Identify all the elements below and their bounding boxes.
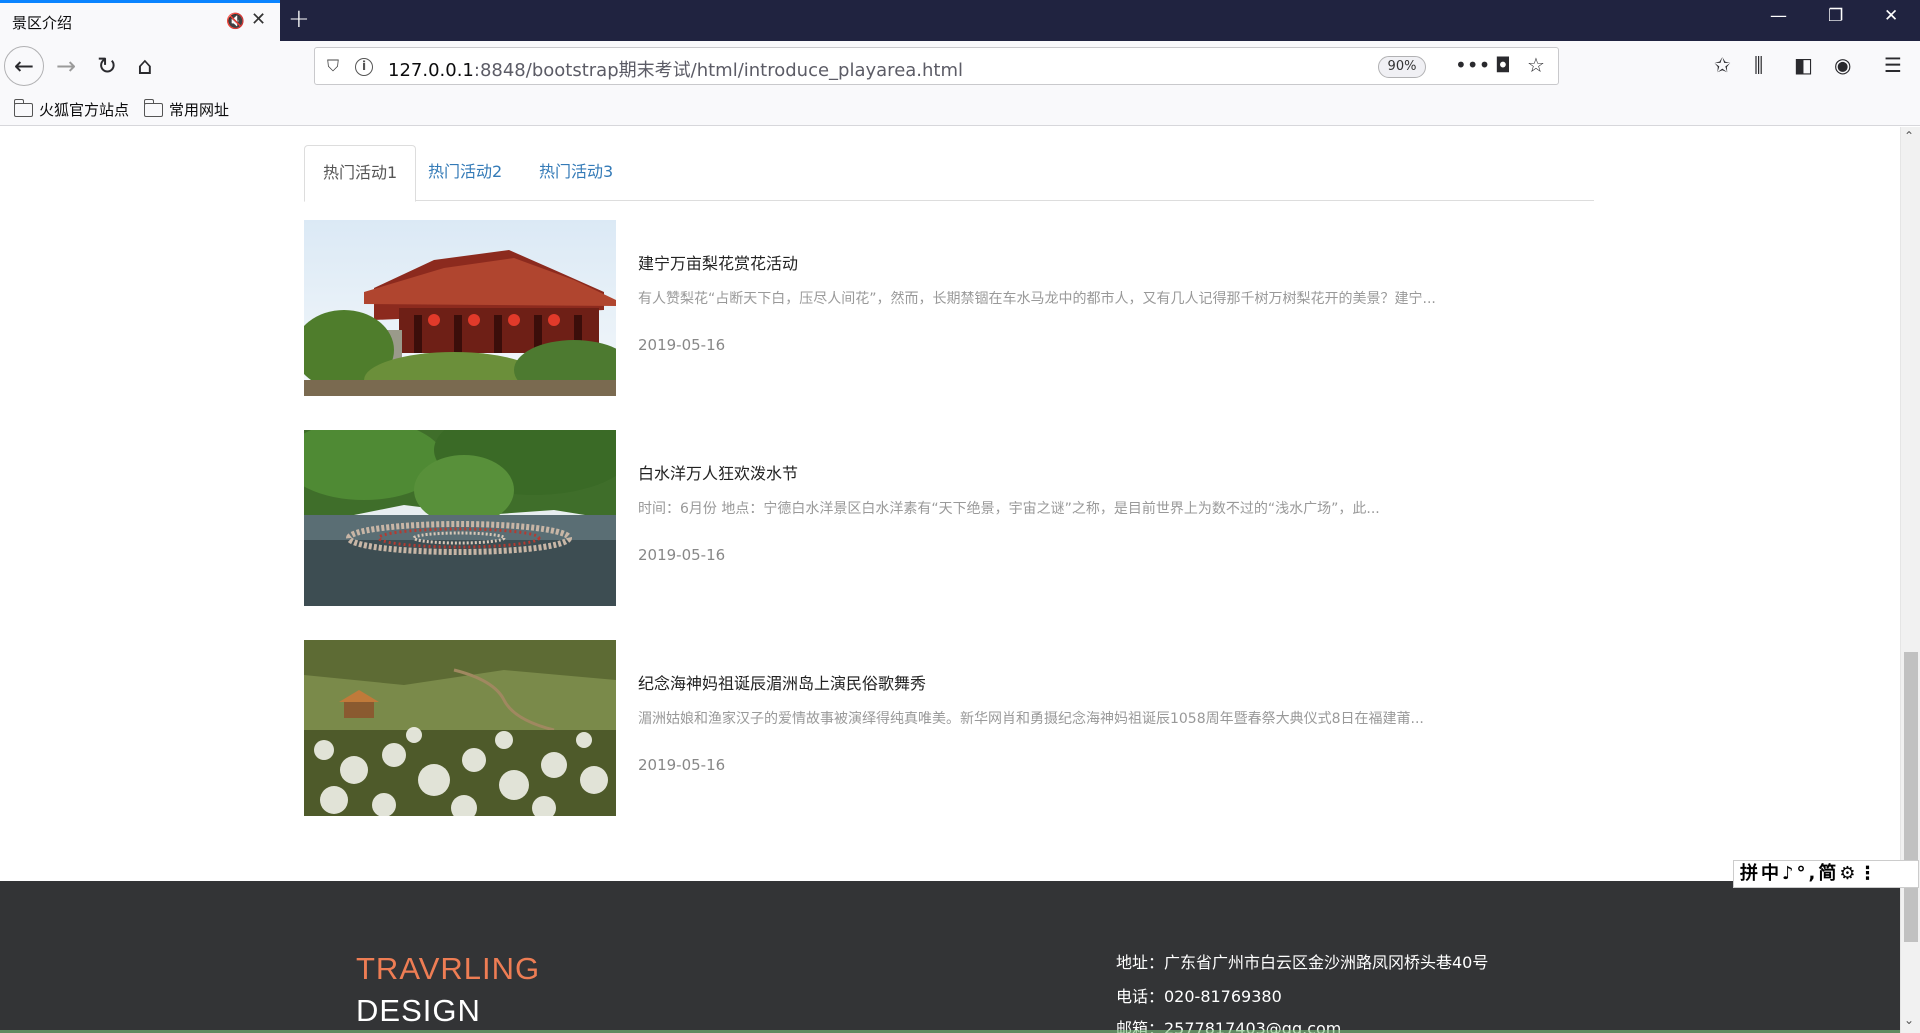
url-text[interactable]: 127.0.0.1:8848/bootstrap期末考试/html/introd… [388, 56, 963, 82]
navigation-toolbar: ← → ↻ ⌂ ⛉ i 127.0.0.1:8848/bootstrap期末考试… [0, 41, 1920, 91]
url-bar[interactable]: ⛉ i 127.0.0.1:8848/bootstrap期末考试/html/in… [314, 47, 1559, 85]
bookmarks-menu-icon[interactable]: ✩ [1714, 53, 1731, 77]
tab-hot-activity-3[interactable]: 热门活动3 [521, 145, 631, 201]
news-description: 时间：6月份 地点：宁德白水洋景区白水洋素有“天下绝景，宇宙之谜”之称，是目前世… [638, 501, 1380, 517]
home-icon[interactable]: ⌂ [128, 49, 162, 83]
list-item[interactable]: 纪念海神妈祖诞辰湄洲岛上演民俗歌舞秀 湄洲姑娘和渔家汉子的爱情故事被演绎得纯真唯… [304, 640, 1594, 816]
list-item[interactable]: 白水洋万人狂欢泼水节 时间：6月份 地点：宁德白水洋景区白水洋素有“天下绝景，宇… [304, 430, 1594, 606]
browser-tab[interactable]: 景区介绍 🔇 ✕ [0, 0, 280, 41]
news-title[interactable]: 建宁万亩梨花赏花活动 [638, 250, 798, 274]
site-info-icon[interactable]: i [355, 58, 373, 76]
zoom-level-badge[interactable]: 90% [1378, 56, 1426, 78]
bookmark-label: 火狐官方站点 [39, 101, 130, 119]
account-icon[interactable]: ◉ [1834, 53, 1851, 77]
folder-icon [143, 99, 163, 117]
scroll-down-arrow-icon[interactable]: ⌄ [1904, 1013, 1914, 1027]
tab-mute-icon[interactable]: 🔇 [226, 12, 245, 30]
browser-titlebar: 景区介绍 🔇 ✕ + — ❐ ✕ [0, 0, 1920, 41]
reload-icon[interactable]: ↻ [90, 49, 124, 83]
news-date: 2019-05-16 [638, 336, 726, 354]
temple-photo[interactable] [304, 220, 616, 396]
footer-phone: 电话：020-81769380 [1116, 987, 1282, 1006]
page-footer: TRAVRLING DESIGN 地址：广东省广州市白云区金沙洲路凤冈桥头巷40… [0, 881, 1900, 1033]
news-description: 有人赞梨花“占断天下白，压尽人间花”，然而，长期禁锢在车水马龙中的都市人，又有几… [638, 291, 1436, 307]
minimize-icon[interactable]: — [1770, 6, 1787, 26]
activity-tabs: 热门活动1 热门活动2 热门活动3 [304, 145, 1594, 202]
list-item[interactable]: 建宁万亩梨花赏花活动 有人赞梨花“占断天下白，压尽人间花”，然而，长期禁锢在车水… [304, 220, 1594, 396]
scroll-up-arrow-icon[interactable]: ⌃ [1904, 129, 1914, 143]
news-date: 2019-05-16 [638, 756, 726, 774]
pocket-icon[interactable]: ◘ [1495, 53, 1511, 77]
water-festival-photo[interactable] [304, 430, 616, 606]
bookmark-label: 常用网址 [169, 101, 230, 119]
restore-icon[interactable]: ❐ [1828, 6, 1843, 26]
page-viewport: 热门活动1 热门活动2 热门活动3 建宁万亩梨花赏花活动 有人赞梨花“占断天下白… [0, 127, 1900, 1033]
menu-hamburger-icon[interactable]: ☰ [1884, 53, 1902, 77]
folder-icon [13, 99, 33, 117]
footer-address: 地址：广东省广州市白云区金沙洲路凤冈桥头巷40号 [1116, 953, 1489, 972]
url-host: 127.0.0.1 [388, 60, 474, 81]
bookmark-star-icon[interactable]: ☆ [1527, 53, 1545, 77]
tab-hot-activity-1[interactable]: 热门活动1 [304, 145, 417, 202]
forward-arrow-icon[interactable]: → [49, 49, 83, 83]
tab-hot-activity-2[interactable]: 热门活动2 [410, 145, 520, 201]
new-tab-icon[interactable]: + [288, 4, 310, 34]
library-icon[interactable]: ⫼ [1754, 53, 1763, 77]
ime-toolbar[interactable]: 拼中♪°,简⚙⋮ [1733, 860, 1919, 888]
close-window-icon[interactable]: ✕ [1884, 6, 1898, 26]
page-scrollbar[interactable]: ⌃ ⌄ [1900, 127, 1920, 1033]
bookmarks-toolbar: 火狐官方站点 常用网址 [0, 91, 1920, 126]
footer-brand-line1: TRAVRLING [356, 951, 541, 986]
bookmark-folder-common[interactable]: 常用网址 [143, 99, 230, 120]
bookmark-folder-firefox[interactable]: 火狐官方站点 [13, 99, 130, 120]
news-title[interactable]: 白水洋万人狂欢泼水节 [638, 460, 798, 484]
tab-close-icon[interactable]: ✕ [251, 9, 266, 30]
blossom-hill-photo[interactable] [304, 640, 616, 816]
scrollbar-thumb[interactable] [1904, 652, 1918, 942]
tracking-shield-icon[interactable]: ⛉ [327, 56, 339, 76]
news-title[interactable]: 纪念海神妈祖诞辰湄洲岛上演民俗歌舞秀 [638, 670, 926, 694]
url-path: :8848/bootstrap期末考试/html/introduce_playa… [473, 60, 964, 81]
news-date: 2019-05-16 [638, 546, 726, 564]
sidebar-icon[interactable]: ◧ [1794, 53, 1813, 77]
news-description: 湄洲姑娘和渔家汉子的爱情故事被演绎得纯真唯美。新华网肖和勇摄纪念海神妈祖诞辰10… [638, 711, 1424, 727]
tab-title: 景区介绍 [12, 14, 73, 32]
back-arrow-icon[interactable]: ← [4, 46, 44, 86]
footer-brand-line2: DESIGN [356, 993, 481, 1028]
more-actions-icon[interactable]: ••• [1455, 53, 1490, 77]
